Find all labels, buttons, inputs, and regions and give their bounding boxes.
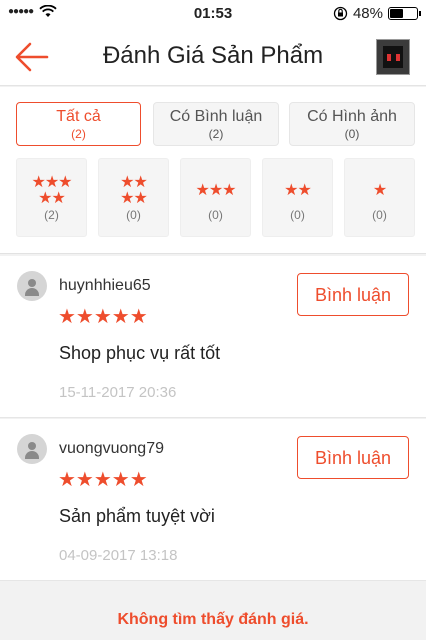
status-right: 48% — [333, 5, 421, 22]
avatar-body — [25, 451, 39, 459]
battery-fill — [390, 9, 404, 18]
tab-with-comment[interactable]: Có Bình luận (2) — [153, 102, 279, 146]
review-username: vuongvuong79 — [59, 440, 164, 457]
review-rating-stars: ★★★★★ — [58, 306, 148, 328]
avatar-body — [25, 288, 39, 296]
tab-count: (2) — [208, 127, 224, 141]
page-title: Đánh Giá Sản Phẩm — [102, 42, 324, 69]
tab-with-image[interactable]: Có Hình ảnh (0) — [289, 102, 415, 146]
star-filter-count: (0) — [372, 208, 387, 222]
product-detail — [396, 54, 400, 61]
star-icons: ★★★ ★★ — [31, 174, 72, 207]
avatar — [17, 434, 47, 464]
arrow-left-icon[interactable] — [14, 40, 50, 74]
tab-label: Có Bình luận — [169, 108, 263, 125]
tab-count: (2) — [71, 127, 86, 141]
star-icons: ★★ — [284, 182, 312, 199]
review-username: huynhhieu65 — [59, 277, 151, 294]
star-filter-count: (2) — [44, 208, 59, 222]
comment-button[interactable]: Bình luận — [297, 436, 409, 479]
filter-1-star[interactable]: ★ (0) — [344, 158, 415, 237]
review-time: 15-11-2017 20:36 — [59, 384, 177, 401]
page-header: Đánh Giá Sản Phẩm — [0, 28, 426, 86]
star-icons: ★★★ — [195, 182, 236, 199]
review-item: huynhhieu65 ★★★★★ Shop phục vụ rất tốt 1… — [0, 256, 426, 418]
star-icons: ★★ ★★ — [120, 174, 148, 207]
rotation-lock-icon — [333, 6, 348, 21]
comment-button[interactable]: Bình luận — [297, 273, 409, 316]
star-filter-count: (0) — [208, 208, 223, 222]
product-detail — [387, 54, 391, 61]
tab-label: Tất cả — [56, 108, 101, 125]
filter-2-stars[interactable]: ★★ (0) — [262, 158, 333, 237]
battery-percent: 48% — [352, 5, 383, 22]
star-icons: ★ — [372, 182, 387, 199]
empty-note: Không tìm thấy đánh giá. — [117, 611, 309, 628]
avatar-head — [28, 442, 36, 450]
review-time: 04-09-2017 13:18 — [59, 547, 178, 564]
review-item: vuongvuong79 ★★★★★ Sản phẩm tuyệt vời 04… — [0, 419, 426, 581]
battery-icon — [388, 7, 421, 20]
tab-count: (0) — [344, 127, 360, 141]
review-rating-stars: ★★★★★ — [58, 469, 148, 491]
filter-4-stars[interactable]: ★★ ★★ (0) — [98, 158, 169, 237]
product-image — [383, 46, 403, 68]
star-filter-count: (0) — [126, 208, 141, 222]
tab-label: Có Hình ảnh — [307, 108, 397, 125]
filter-5-stars[interactable]: ★★★ ★★ (2) — [16, 158, 87, 237]
star-filter-count: (0) — [290, 208, 305, 222]
review-text: Sản phẩm tuyệt vời — [59, 506, 215, 526]
review-filters: Tất cả (2) Có Bình luận (2) Có Hình ảnh … — [0, 87, 426, 254]
tab-all[interactable]: Tất cả (2) — [16, 102, 141, 146]
product-thumbnail[interactable] — [376, 39, 410, 75]
review-text: Shop phục vụ rất tốt — [59, 343, 221, 363]
avatar — [17, 271, 47, 301]
avatar-head — [28, 279, 36, 287]
filter-3-stars[interactable]: ★★★ (0) — [180, 158, 251, 237]
status-bar: ●●●●● 01:53 48% — [0, 0, 426, 28]
